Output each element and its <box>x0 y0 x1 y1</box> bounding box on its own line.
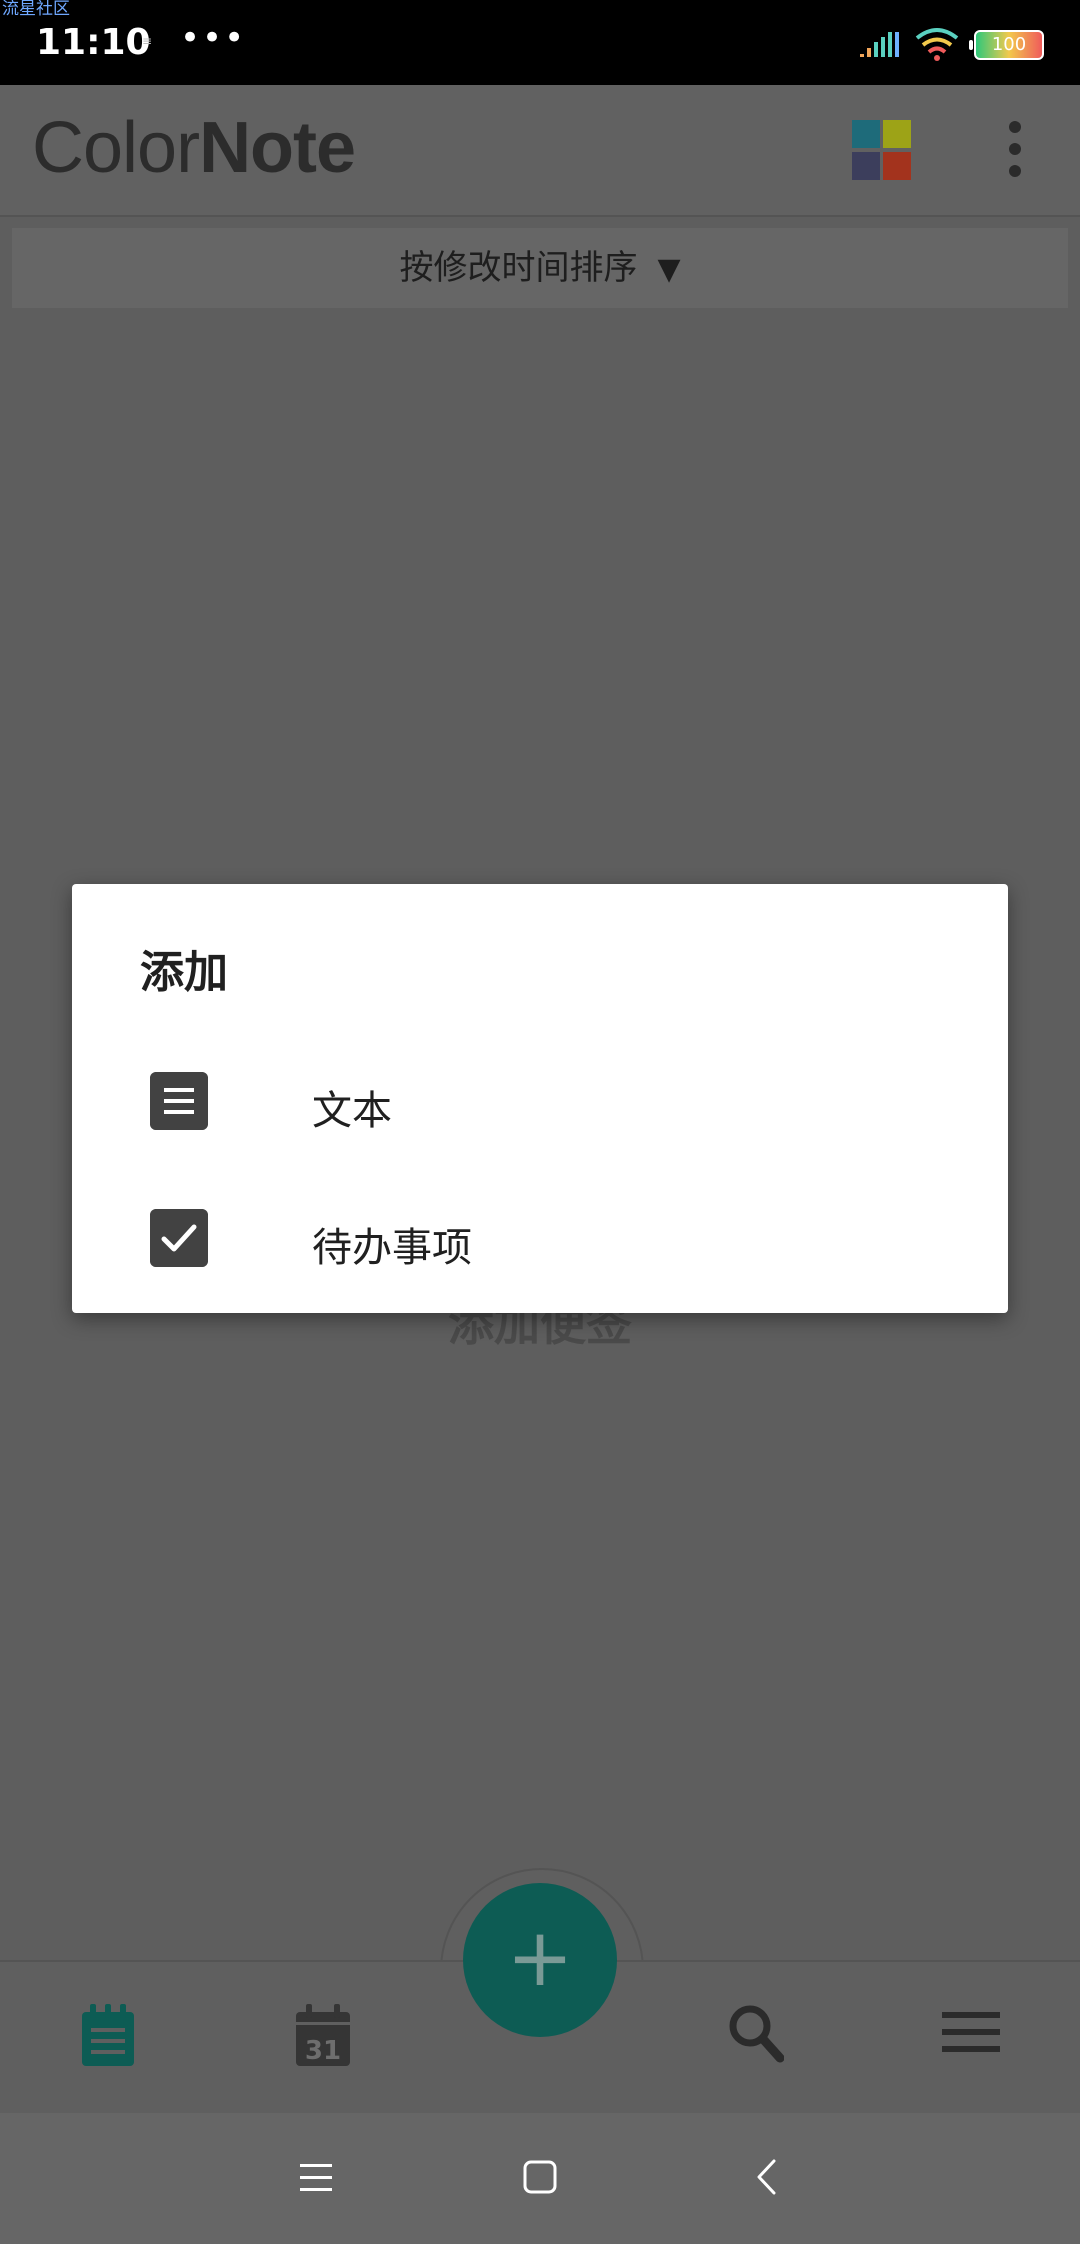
color-swatch-olive <box>883 120 911 148</box>
signal-icon <box>860 32 899 57</box>
back-icon[interactable] <box>754 2157 778 2197</box>
color-swatch-red <box>883 151 911 180</box>
add-checklist-label: 待办事项 <box>312 1225 472 1271</box>
wifi-icon <box>915 28 959 61</box>
home-icon[interactable] <box>522 2159 558 2195</box>
sort-label: 按修改时间排序 <box>399 248 638 288</box>
sort-dropdown[interactable]: 按修改时间排序 ▼ <box>12 228 1068 308</box>
calendar-icon[interactable]: 31 <box>296 2004 350 2066</box>
dropdown-arrow-icon: ▼ <box>657 252 681 287</box>
color-swatch-teal <box>852 120 880 148</box>
checklist-icon <box>150 1209 208 1267</box>
dialog-title: 添加 <box>140 947 228 998</box>
add-checklist-option[interactable]: 待办事项 <box>150 1189 950 1289</box>
status-bar: 流星社区 11:10 ≡ ••• 100 <box>0 0 1080 85</box>
status-time: 11:10 <box>36 22 151 63</box>
text-note-icon <box>150 1072 208 1130</box>
add-note-fab[interactable]: + <box>463 1883 617 2037</box>
search-icon[interactable] <box>726 2002 784 2064</box>
app-bar: ColorNote <box>0 85 1080 217</box>
add-text-option[interactable]: 文本 <box>150 1052 950 1152</box>
logo-color-text: Color <box>32 108 200 188</box>
add-text-label: 文本 <box>312 1088 392 1134</box>
app-logo: ColorNote <box>32 107 356 189</box>
logo-note-text: Note <box>199 108 356 188</box>
battery-icon: 100 <box>969 30 1044 60</box>
add-dialog: 添加 文本 待办事项 <box>72 884 1008 1313</box>
color-swatch-navy <box>852 151 880 180</box>
plus-icon: + <box>506 1911 574 2004</box>
battery-level: 100 <box>991 34 1027 55</box>
more-vert-icon[interactable] <box>1000 121 1030 181</box>
notification-icon: ≡ <box>142 34 153 48</box>
color-filter-button[interactable] <box>852 120 912 180</box>
calendar-day-text: 31 <box>305 2036 341 2066</box>
notes-icon[interactable] <box>82 2004 134 2066</box>
recents-icon[interactable] <box>298 2161 334 2195</box>
system-nav-bar <box>0 2113 1080 2244</box>
watermark: 流星社区 <box>2 0 70 19</box>
menu-icon[interactable] <box>942 2010 1000 2054</box>
more-notifications-icon: ••• <box>180 18 247 58</box>
